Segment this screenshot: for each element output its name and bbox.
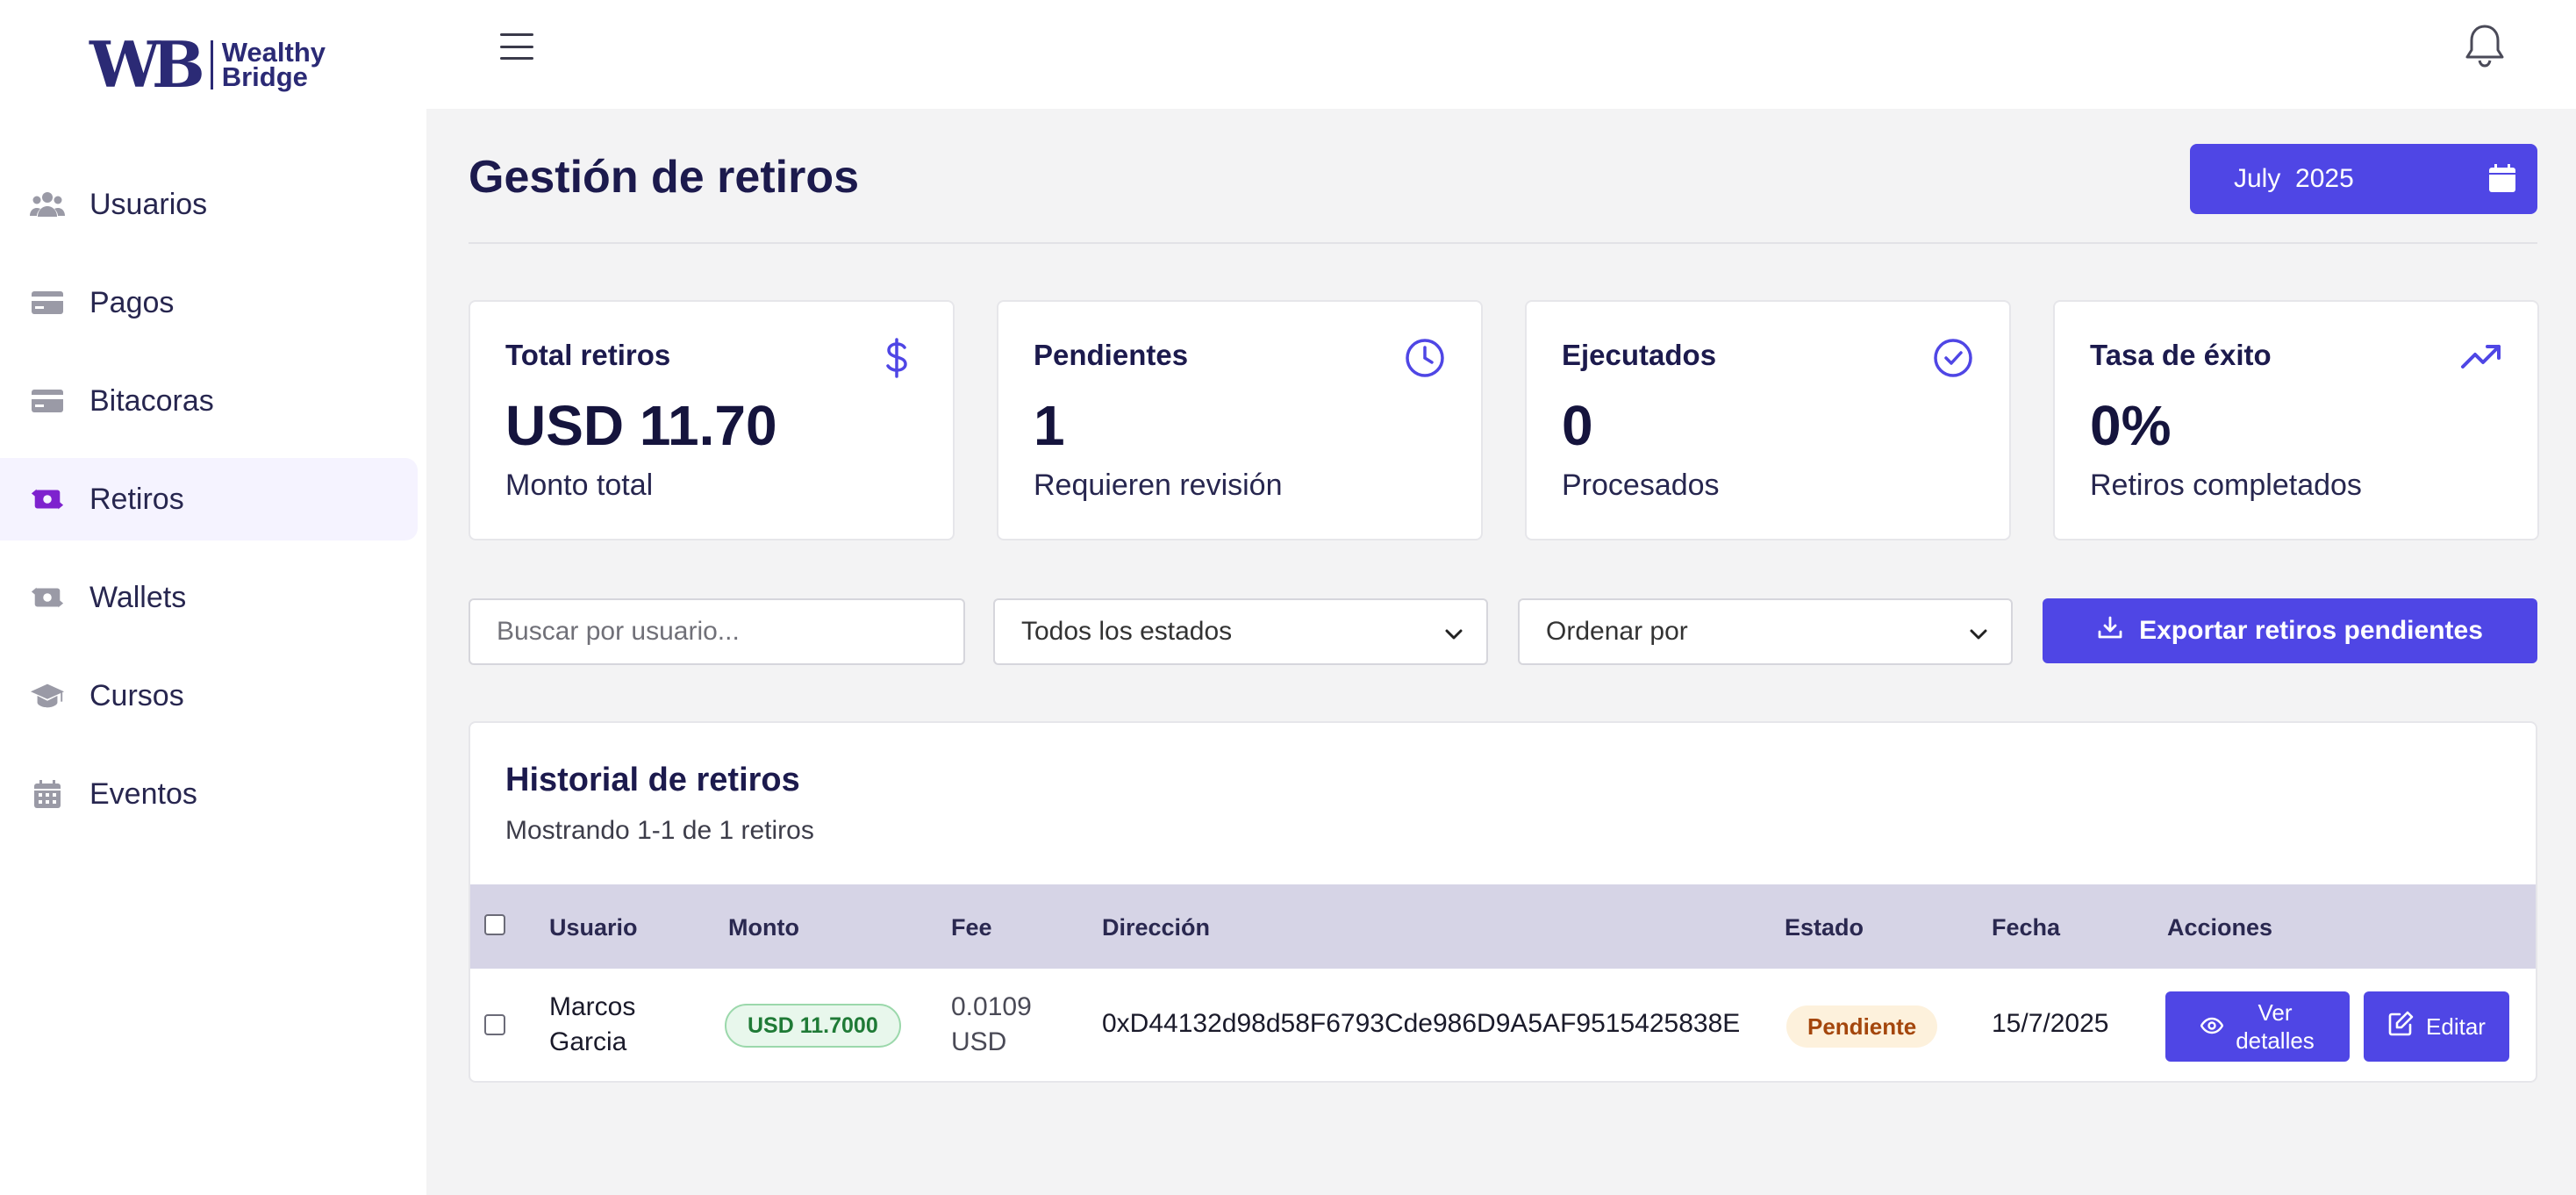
table-row: Marcos Garcia USD 11.7000 0.0109 USD 0xD… — [470, 969, 2536, 1081]
brand-logo[interactable]: WB Wealthy Bridge — [89, 33, 326, 97]
stat-subtitle: Procesados — [1562, 469, 1720, 502]
edit-label: Editar — [2426, 1013, 2486, 1040]
sort-value: Ordenar por — [1546, 617, 1688, 646]
sidebar-item-bitacoras[interactable]: Bitacoras — [0, 360, 418, 442]
graduation-cap-icon — [30, 678, 65, 713]
stat-card-total: Total retiros USD 11.70 Monto total — [469, 300, 955, 540]
user-cell: Marcos Garcia — [549, 990, 635, 1060]
status-filter-value: Todos los estados — [1021, 617, 1233, 646]
sidebar-item-label: Pagos — [89, 285, 175, 319]
check-circle-icon — [1932, 337, 1974, 379]
trending-up-icon — [2460, 337, 2502, 379]
download-icon — [2097, 614, 2123, 648]
credit-card-icon — [30, 285, 65, 320]
brand-name: Wealthy Bridge — [221, 39, 326, 92]
user-first-name: Marcos — [549, 992, 636, 1021]
stat-title: Total retiros — [505, 339, 671, 371]
view-details-button[interactable]: Ver detalles — [2165, 991, 2350, 1062]
calendar-icon — [30, 776, 65, 812]
view-details-line-1: Ver — [2258, 999, 2293, 1026]
top-bar — [426, 0, 2576, 109]
column-header-status: Estado — [1785, 914, 1864, 941]
fee-value: 0.0109 — [951, 992, 1032, 1021]
export-label: Exportar retiros pendientes — [2139, 616, 2483, 645]
stat-title: Tasa de éxito — [2090, 339, 2272, 371]
address-cell: 0xD44132d98d58F6793Cde986D9A5AF951542583… — [1102, 1009, 1741, 1038]
view-details-line-2: detalles — [2236, 1027, 2315, 1054]
clock-icon — [1404, 337, 1446, 379]
export-pending-button[interactable]: Exportar retiros pendientes — [2043, 598, 2537, 663]
sidebar-item-retiros[interactable]: Retiros — [0, 458, 418, 540]
chevron-down-icon — [1965, 621, 1992, 648]
sort-select[interactable]: Ordenar por — [1518, 598, 2013, 665]
select-all-checkbox[interactable] — [484, 914, 505, 935]
sidebar-item-label: Cursos — [89, 678, 184, 712]
main-content: Gestión de retiros July 2025 Total retir… — [426, 109, 2576, 1195]
page-title: Gestión de retiros — [469, 152, 859, 203]
sidebar-item-label: Retiros — [89, 482, 184, 516]
title-divider — [469, 242, 2537, 244]
column-header-address: Dirección — [1102, 914, 1211, 941]
stat-value: USD 11.70 — [505, 394, 777, 457]
sidebar-item-label: Eventos — [89, 776, 197, 811]
sidebar-item-cursos[interactable]: Cursos — [0, 655, 418, 737]
withdrawals-table-card: Historial de retiros Mostrando 1-1 de 1 … — [469, 721, 2537, 1083]
sidebar-item-usuarios[interactable]: Usuarios — [0, 163, 418, 246]
column-header-user: Usuario — [549, 914, 638, 941]
stat-value: 1 — [1034, 394, 1065, 457]
sidebar-item-label: Wallets — [89, 580, 187, 614]
stat-subtitle: Requieren revisión — [1034, 469, 1283, 502]
users-icon — [30, 187, 65, 222]
user-last-name: Garcia — [549, 1027, 627, 1056]
brand-separator — [210, 40, 213, 89]
brand-mark: WB — [89, 27, 205, 102]
view-details-label: Ver detalles — [2236, 998, 2315, 1055]
stat-subtitle: Monto total — [505, 469, 654, 502]
table-subtitle: Mostrando 1-1 de 1 retiros — [505, 816, 814, 845]
stat-subtitle: Retiros completados — [2090, 469, 2362, 502]
sidebar-item-label: Usuarios — [89, 187, 208, 221]
row-checkbox[interactable] — [484, 1014, 505, 1035]
hamburger-icon[interactable] — [500, 33, 533, 60]
stat-title: Pendientes — [1034, 339, 1189, 371]
month-label: July — [2234, 164, 2281, 193]
column-header-date: Fecha — [1992, 914, 2061, 941]
status-badge: Pendiente — [1786, 1005, 1938, 1048]
stat-card-success-rate: Tasa de éxito 0% Retiros completados — [2053, 300, 2539, 540]
stat-value: 0% — [2090, 394, 2172, 457]
table-title: Historial de retiros — [505, 762, 800, 798]
edit-icon — [2387, 1011, 2414, 1043]
fee-cell: 0.0109 USD — [951, 990, 1032, 1060]
status-filter-select[interactable]: Todos los estados — [993, 598, 1488, 665]
sidebar-item-label: Bitacoras — [89, 383, 214, 418]
money-transfer-icon — [30, 482, 65, 517]
column-header-amount: Monto — [728, 914, 799, 941]
month-picker-button[interactable]: July 2025 — [2190, 144, 2537, 214]
column-header-fee: Fee — [951, 914, 992, 941]
sidebar-item-pagos[interactable]: Pagos — [0, 261, 418, 344]
sidebar: WB Wealthy Bridge Usuarios Pagos Bitacor… — [0, 0, 426, 1195]
sidebar-item-eventos[interactable]: Eventos — [0, 753, 418, 835]
date-cell: 15/7/2025 — [1992, 1009, 2109, 1038]
bell-icon[interactable] — [2464, 23, 2509, 70]
brand-line-2: Bridge — [221, 61, 308, 92]
edit-button[interactable]: Editar — [2364, 991, 2509, 1062]
credit-card-icon — [30, 383, 65, 419]
calendar-icon — [2488, 163, 2518, 195]
year-label: 2025 — [2295, 164, 2354, 193]
chevron-down-icon — [1441, 621, 1467, 648]
stat-card-pending: Pendientes 1 Requieren revisión — [997, 300, 1483, 540]
stat-value: 0 — [1562, 394, 1593, 457]
dollar-icon — [876, 337, 918, 379]
amount-badge: USD 11.7000 — [725, 1004, 901, 1048]
table-header: Usuario Monto Fee Dirección Estado Fecha… — [470, 884, 2536, 969]
stat-title: Ejecutados — [1562, 339, 1717, 371]
search-input[interactable] — [469, 598, 965, 665]
stat-card-executed: Ejecutados 0 Procesados — [1525, 300, 2011, 540]
money-transfer-icon — [30, 580, 65, 615]
eye-icon — [2200, 1013, 2224, 1041]
sidebar-item-wallets[interactable]: Wallets — [0, 556, 418, 639]
fee-currency: USD — [951, 1027, 1007, 1056]
column-header-actions: Acciones — [2167, 914, 2273, 941]
